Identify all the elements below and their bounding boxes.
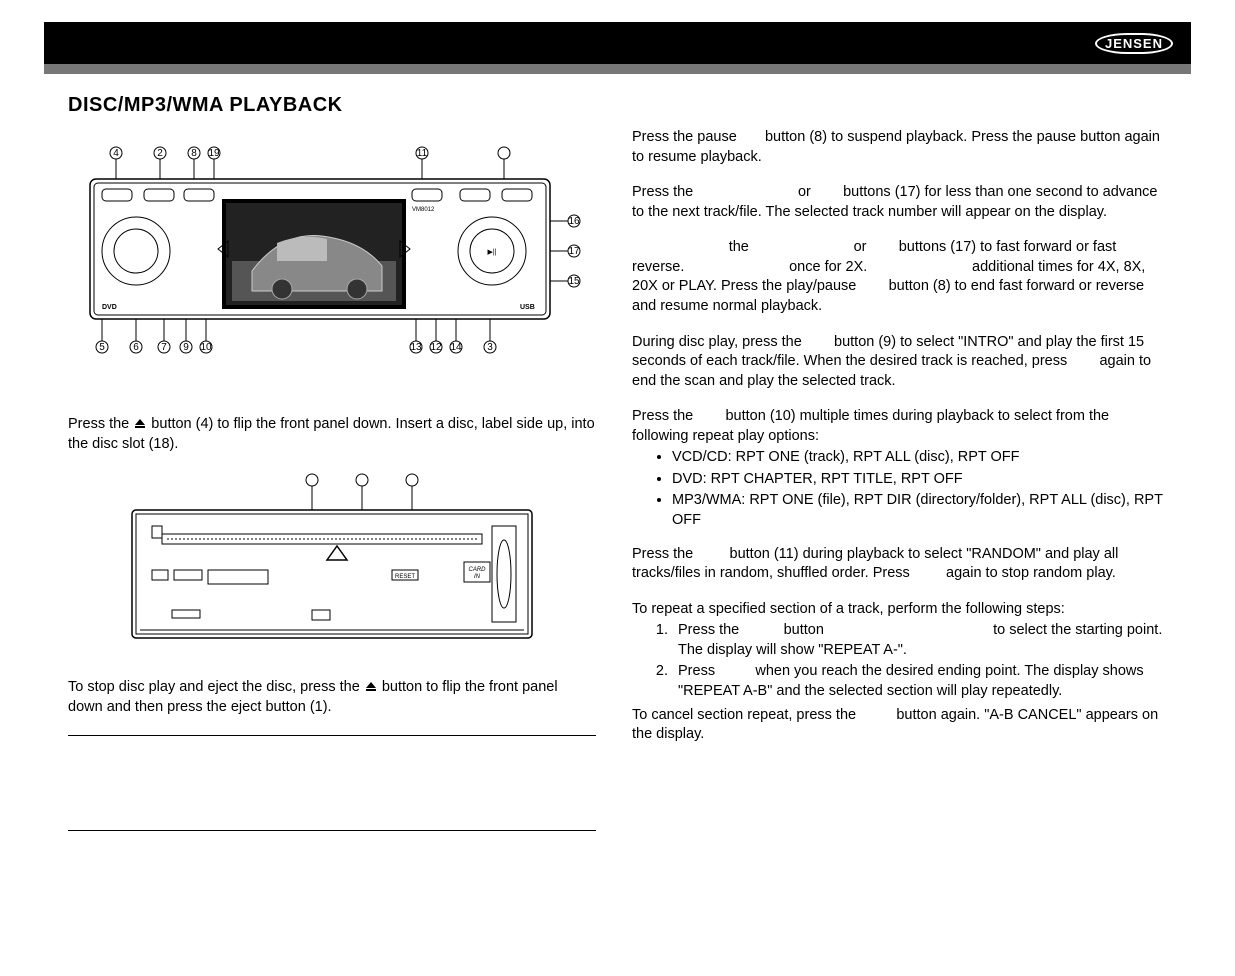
- svg-text:IN: IN: [474, 574, 481, 580]
- ab-cancel-paragraph: To cancel section repeat, press the butt…: [632, 706, 1167, 745]
- random-paragraph: Press the button (11) during playback to…: [632, 545, 1167, 584]
- header-divider: [44, 64, 1191, 74]
- pause-paragraph: Press the pause button (8) to suspend pl…: [632, 128, 1167, 167]
- callout-16: 16: [568, 216, 580, 227]
- insert-disc-paragraph: Press the button (4) to flip the front p…: [68, 415, 596, 454]
- eject-icon: [364, 682, 378, 692]
- callout-2: 2: [157, 148, 163, 159]
- fast-forward-paragraph: the or buttons (17) to fast forward or f…: [632, 238, 1167, 316]
- header-bar: JENSEN: [44, 22, 1191, 64]
- callout-10: 10: [200, 342, 212, 353]
- callout-7: 7: [161, 342, 167, 353]
- svg-text:▶||: ▶||: [487, 249, 496, 256]
- ab-intro-paragraph: To repeat a specified section of a track…: [632, 600, 1167, 620]
- callout-5: 5: [99, 342, 105, 353]
- separator: [68, 830, 596, 831]
- list-item: VCD/CD: RPT ONE (track), RPT ALL (disc),…: [672, 448, 1167, 468]
- repeat-options-list: VCD/CD: RPT ONE (track), RPT ALL (disc),…: [632, 448, 1167, 530]
- callout-3: 3: [487, 342, 493, 353]
- callout-9: 9: [183, 342, 189, 353]
- model-label: VM8012: [412, 207, 435, 213]
- callout-12: 12: [430, 342, 442, 353]
- callout-15: 15: [568, 276, 580, 287]
- faceplate-diagram: 4 2 8 19 11: [72, 141, 592, 361]
- intro-scan-paragraph: During disc play, press the button (9) t…: [632, 333, 1167, 392]
- callout-17: 17: [568, 246, 580, 257]
- list-item: DVD: RPT CHAPTER, RPT TITLE, RPT OFF: [672, 470, 1167, 490]
- callout-6: 6: [133, 342, 139, 353]
- callout-11: 11: [417, 148, 428, 159]
- list-item: Press the button to select the starting …: [672, 621, 1167, 660]
- dvd-label: DVD: [102, 304, 117, 311]
- usb-label: USB: [520, 304, 535, 311]
- reset-label: RESET: [395, 574, 415, 580]
- track-select-paragraph: Press the or buttons (17) for less than …: [632, 183, 1167, 222]
- list-item: MP3/WMA: RPT ONE (file), RPT DIR (direct…: [672, 491, 1167, 530]
- section-title: DISC/MP3/WMA PLAYBACK: [68, 92, 596, 119]
- eject-disc-text-a: To stop disc play and eject the disc, pr…: [68, 679, 364, 695]
- callout-13: 13: [410, 342, 422, 353]
- separator: [68, 735, 596, 736]
- eject-disc-paragraph: To stop disc play and eject the disc, pr…: [68, 678, 596, 717]
- callout-19: 19: [208, 148, 220, 159]
- insert-disc-text-a: Press the: [68, 416, 133, 432]
- svg-text:CARD: CARD: [468, 567, 486, 573]
- slot-diagram: RESET CARD IN: [112, 470, 552, 650]
- ab-steps-list: Press the button to select the starting …: [632, 621, 1167, 701]
- brand-logo: JENSEN: [1095, 33, 1173, 54]
- callout-14: 14: [450, 342, 462, 353]
- list-item: Press when you reach the desired ending …: [672, 662, 1167, 701]
- eject-icon: [133, 419, 147, 429]
- repeat-intro-paragraph: Press the button (10) multiple times dur…: [632, 407, 1167, 446]
- callout-4: 4: [113, 148, 119, 159]
- callout-8: 8: [191, 148, 197, 159]
